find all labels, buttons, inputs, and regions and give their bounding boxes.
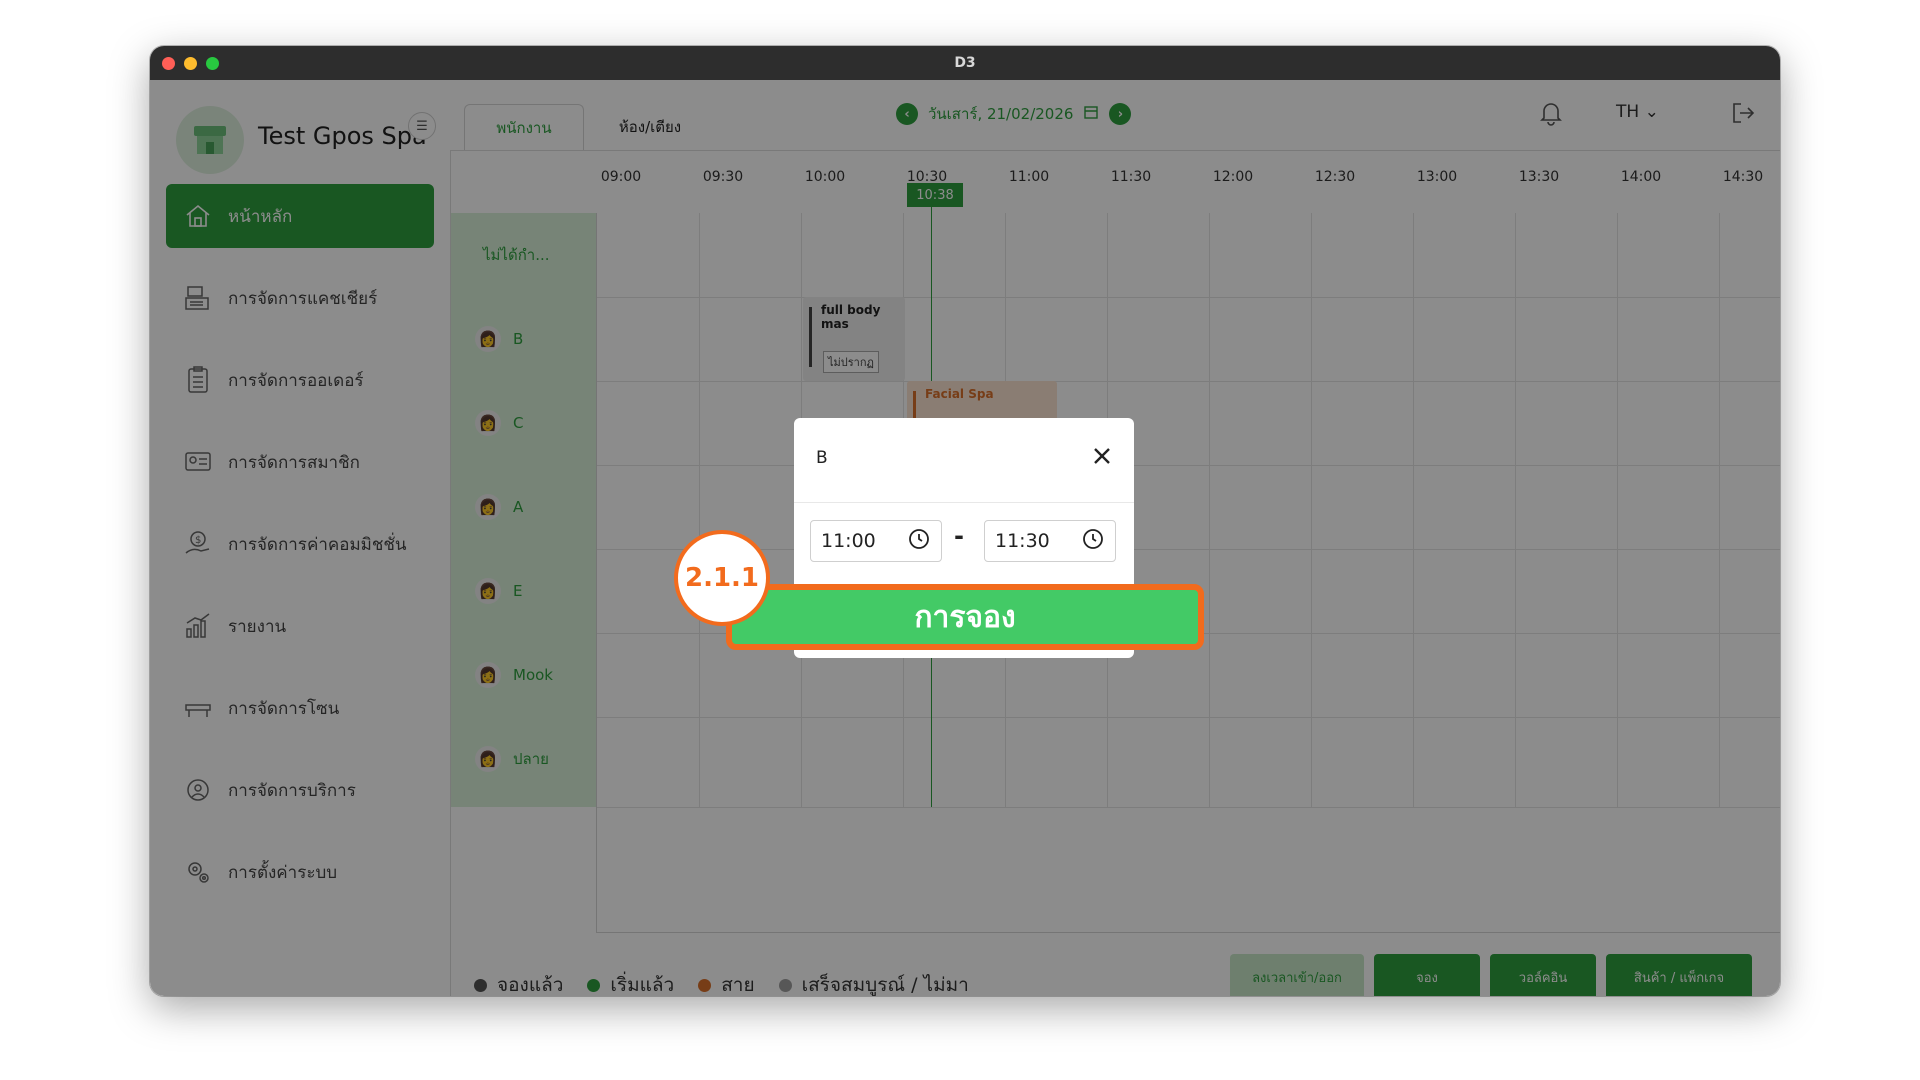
time-range-dash: - (954, 522, 964, 550)
window-controls (162, 57, 219, 70)
clock-icon (907, 527, 931, 556)
end-time-field[interactable]: 11:30 (984, 520, 1116, 562)
close-window-button[interactable] (162, 57, 175, 70)
confirm-booking-button[interactable]: การจอง (726, 584, 1204, 650)
window-title: D3 (954, 55, 976, 71)
minimize-window-button[interactable] (184, 57, 197, 70)
maximize-window-button[interactable] (206, 57, 219, 70)
modal-title: B (816, 448, 828, 468)
end-time-value: 11:30 (995, 530, 1050, 552)
close-icon[interactable] (1090, 444, 1114, 468)
modal-divider (794, 502, 1134, 503)
start-time-value: 11:00 (821, 530, 876, 552)
clock-icon (1081, 527, 1105, 556)
start-time-field[interactable]: 11:00 (810, 520, 942, 562)
title-bar: D3 (150, 46, 1780, 80)
step-annotation-badge: 2.1.1 (674, 530, 770, 626)
